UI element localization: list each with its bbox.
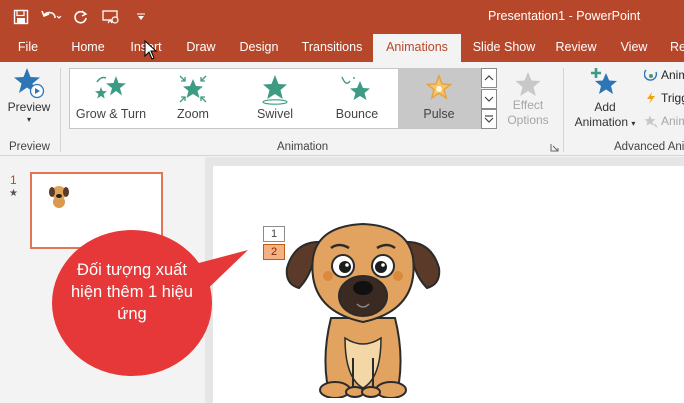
tab-file[interactable]: File <box>10 34 46 62</box>
ribbon-animations: Preview ▾ Preview Grow & Turn Zoom Swive… <box>0 62 684 156</box>
title-bar: Presentation1 - PowerPoint <box>0 0 684 34</box>
redo-icon[interactable] <box>70 6 92 28</box>
gallery-item-label: Zoom <box>177 107 209 121</box>
slide-thumbnail[interactable] <box>30 172 163 249</box>
tab-review[interactable]: Review <box>553 34 599 62</box>
gallery-item-swivel[interactable]: Swivel <box>234 69 316 128</box>
gallery-item-bounce[interactable]: Bounce <box>316 69 398 128</box>
chevron-down-icon: ▾ <box>26 115 31 124</box>
gallery-more-button[interactable] <box>481 109 497 129</box>
effect-options-label-2: Options <box>507 113 549 127</box>
ribbon-tabs: File Home Insert Draw Design Transitions… <box>0 34 684 62</box>
chevron-down-icon: ▾ <box>631 119 636 128</box>
advanced-animation-group-label: Advanced Ani <box>614 141 684 153</box>
dog-thumbnail-image <box>49 186 69 208</box>
tab-draw[interactable]: Draw <box>182 34 220 62</box>
group-divider <box>563 68 564 152</box>
gallery-item-zoom[interactable]: Zoom <box>152 69 234 128</box>
animation-pane-button[interactable]: Anim <box>644 68 684 82</box>
gallery-scroll <box>481 68 499 129</box>
preview-label: Preview <box>7 100 51 114</box>
tab-home[interactable]: Home <box>66 34 110 62</box>
dog-image[interactable] <box>273 218 453 398</box>
advanced-item-label: Anim <box>661 114 684 128</box>
animation-gallery: Grow & Turn Zoom Swivel Bounce Pulse <box>69 68 481 129</box>
dialog-launcher-icon[interactable] <box>550 143 559 152</box>
group-divider <box>60 68 61 152</box>
lightning-icon <box>647 92 655 104</box>
animation-star-icon: ★ <box>9 188 18 199</box>
quick-access-toolbar <box>10 6 152 28</box>
preview-button[interactable]: Preview ▾ <box>4 66 54 125</box>
animation-painter-button[interactable]: Anim <box>644 114 684 128</box>
tab-transitions[interactable]: Transitions <box>298 34 366 62</box>
gallery-scroll-down-button[interactable] <box>481 88 497 109</box>
advanced-item-label: Anim <box>661 68 684 82</box>
slide-number: 1 <box>10 173 17 187</box>
callout-text: Đối tượng xuất hiện thêm 1 hiệu ứng <box>70 261 193 323</box>
undo-icon[interactable] <box>40 6 62 28</box>
effect-options-label-1: Effect <box>512 98 544 112</box>
animation-painter-icon <box>644 115 658 128</box>
swivel-icon <box>262 75 288 105</box>
zoom-icon <box>179 75 207 103</box>
animation-group-label: Animation <box>277 141 329 153</box>
tab-animations[interactable]: Animations <box>373 34 461 62</box>
tab-view[interactable]: View <box>616 34 652 62</box>
gallery-item-grow-turn[interactable]: Grow & Turn <box>70 69 152 128</box>
customize-qat-icon[interactable] <box>130 6 152 28</box>
gallery-item-label: Grow & Turn <box>75 107 147 121</box>
save-icon[interactable] <box>10 6 32 28</box>
bounce-icon <box>341 76 370 100</box>
pulse-icon <box>425 73 453 100</box>
add-animation-button[interactable]: Add Animation ▾ <box>570 66 640 131</box>
advanced-item-label: Trigg <box>661 91 684 105</box>
effect-options-star-icon <box>515 72 541 96</box>
add-animation-label-1: Add <box>594 100 616 114</box>
trigger-button[interactable]: Trigg <box>644 91 684 105</box>
preview-group-label: Preview <box>9 141 50 153</box>
slide-editing-pane: 1 2 <box>205 157 684 403</box>
tab-design[interactable]: Design <box>236 34 282 62</box>
tab-slide-show[interactable]: Slide Show <box>472 34 536 62</box>
add-animation-label-2: Animation ▾ <box>574 115 636 129</box>
window-title: Presentation1 - PowerPoint <box>488 9 641 23</box>
gallery-scroll-up-button[interactable] <box>481 68 497 88</box>
preview-star-icon <box>14 68 45 99</box>
add-animation-icon <box>591 68 617 94</box>
tab-recording[interactable]: Re <box>670 34 684 62</box>
gallery-item-label: Swivel <box>256 107 294 121</box>
present-from-start-icon[interactable] <box>100 6 122 28</box>
gallery-item-pulse[interactable]: Pulse <box>398 69 480 128</box>
effect-options-button[interactable]: Effect Options <box>501 70 555 128</box>
slide-canvas[interactable]: 1 2 <box>213 166 684 403</box>
mouse-cursor-icon <box>144 40 158 60</box>
gallery-item-label: Bounce <box>335 107 379 121</box>
gallery-item-label: Pulse <box>423 107 455 121</box>
grow-turn-icon <box>95 76 126 99</box>
animation-pane-icon <box>644 69 658 81</box>
